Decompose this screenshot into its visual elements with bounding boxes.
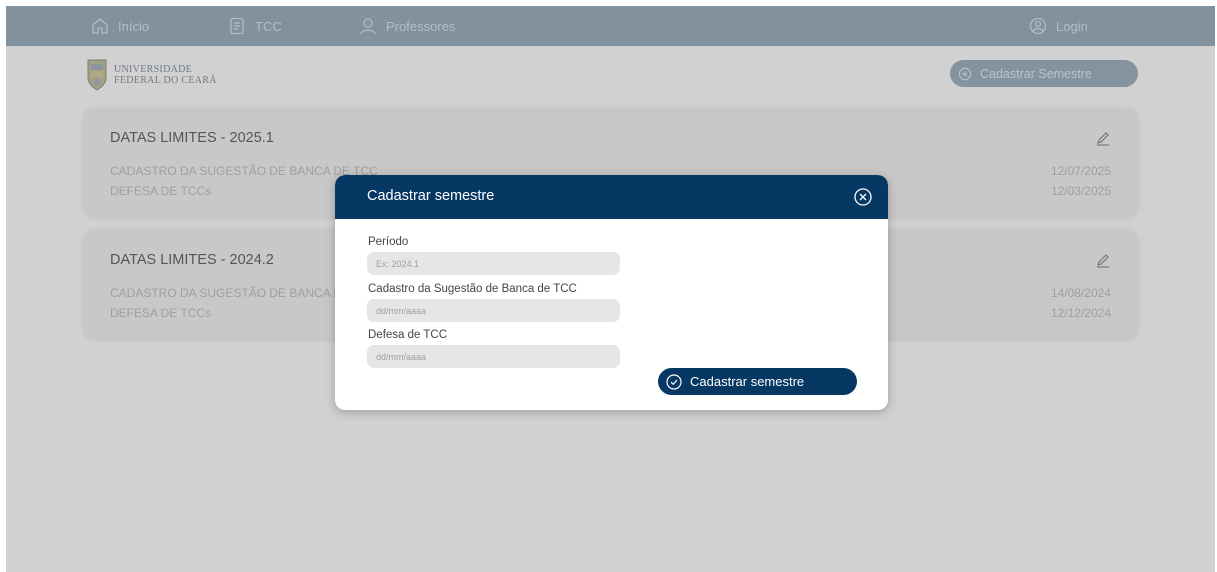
periodo-label: Período xyxy=(368,236,409,248)
app-frame: Início TCC Professores Login UNIVERSIDAD… xyxy=(6,6,1215,572)
register-semester-modal: Cadastrar semestre Período Cadastro da S… xyxy=(335,175,888,410)
check-circle-icon xyxy=(666,373,682,390)
close-icon[interactable] xyxy=(854,188,872,206)
submit-semester-button[interactable]: Cadastrar semestre xyxy=(658,368,857,395)
banca-date-label: Cadastro da Sugestão de Banca de TCC xyxy=(368,283,577,295)
defesa-date-input[interactable] xyxy=(367,345,620,368)
periodo-input[interactable] xyxy=(367,252,620,275)
banca-date-input[interactable] xyxy=(367,299,620,322)
modal-header: Cadastrar semestre xyxy=(335,175,888,219)
defesa-date-label: Defesa de TCC xyxy=(368,329,448,341)
submit-semester-label: Cadastrar semestre xyxy=(690,374,805,389)
modal-title: Cadastrar semestre xyxy=(367,188,495,204)
